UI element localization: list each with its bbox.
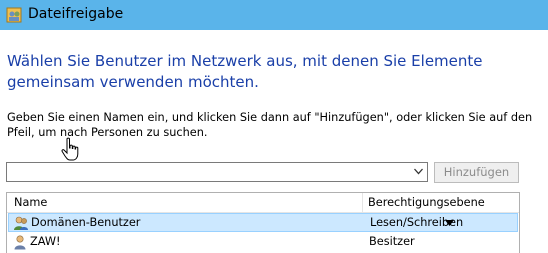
column-header-name[interactable]: Name: [14, 196, 47, 209]
list-header: Name Berechtigungsebene: [7, 193, 519, 213]
file-sharing-icon: [6, 7, 22, 23]
permission-dropdown-arrow-icon[interactable]: [445, 220, 454, 226]
name-combobox[interactable]: [6, 162, 428, 182]
user-group-icon: [14, 216, 28, 230]
list-row-name: Domänen-Benutzer: [31, 216, 141, 229]
title-bar: Dateifreigabe: [0, 0, 548, 30]
dropdown-arrow-icon[interactable]: [414, 168, 423, 175]
hand-pointer-icon: [61, 137, 79, 161]
instruction-text: Geben Sie einen Namen ein, und klicken S…: [7, 111, 533, 139]
list-row-domain-users[interactable]: Domänen-Benutzer Lesen/Schreiben: [8, 213, 518, 232]
sharing-list[interactable]: Name Berechtigungsebene Domänen-Benutzer…: [6, 192, 520, 253]
user-icon: [14, 235, 26, 250]
list-row-name: ZAW!: [30, 235, 61, 248]
column-divider[interactable]: [362, 193, 363, 212]
add-button[interactable]: Hinzufügen: [434, 162, 519, 183]
page-heading: Wählen Sie Benutzer im Netzwerk aus, mit…: [7, 52, 483, 91]
permission-label: Besitzer: [369, 235, 415, 248]
name-input[interactable]: [7, 163, 415, 181]
list-row-owner[interactable]: ZAW! Besitzer: [8, 233, 518, 252]
window-title: Dateifreigabe: [28, 6, 124, 22]
column-header-permission[interactable]: Berechtigungsebene: [368, 196, 485, 209]
